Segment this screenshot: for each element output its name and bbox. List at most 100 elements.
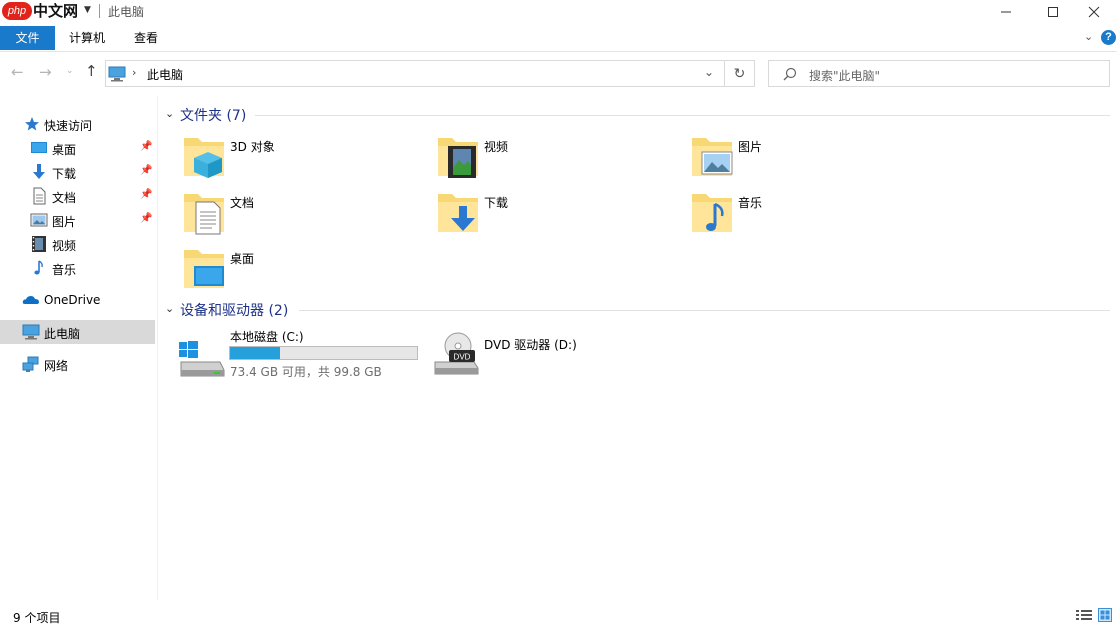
sidebar-item-network[interactable]: 网络: [0, 352, 155, 376]
drive-tile-d[interactable]: DVD DVD 驱动器 (D:): [432, 330, 632, 380]
collapse-chevron-icon[interactable]: ⌄: [165, 107, 174, 120]
drive-label: DVD 驱动器 (D:): [484, 338, 577, 352]
sidebar-item-this-pc[interactable]: 此电脑: [0, 320, 155, 344]
sidebar-item-desktop[interactable]: 桌面 📌: [0, 136, 155, 160]
folder-label: 文档: [230, 196, 255, 210]
tab-view[interactable]: 查看: [124, 26, 168, 50]
forward-arrow-icon[interactable]: →: [39, 63, 52, 81]
music-icon: [34, 260, 43, 275]
expand-ribbon-chevron-icon[interactable]: ⌄: [1084, 30, 1093, 43]
minimize-icon: [1001, 11, 1011, 13]
devices-group-header[interactable]: ⌄ 设备和驱动器 (2): [165, 300, 1110, 320]
pin-icon: 📌: [140, 165, 153, 176]
this-pc-icon: [108, 66, 126, 82]
folder-tile-music[interactable]: 音乐: [688, 190, 928, 240]
onedrive-cloud-icon: [22, 296, 39, 304]
3d-objects-folder-icon: [184, 138, 224, 178]
sidebar-item-label: 文档: [52, 191, 77, 205]
group-title: 文件夹 (7): [180, 108, 247, 124]
folders-group-header[interactable]: ⌄ 文件夹 (7): [165, 105, 1110, 125]
logo-php: php: [2, 2, 32, 20]
folder-label: 音乐: [738, 196, 763, 210]
status-item-count: 9 个项目: [13, 611, 61, 625]
folder-label: 3D 对象: [230, 140, 275, 154]
large-icons-view-icon[interactable]: [1098, 608, 1112, 622]
drive-free-space: 73.4 GB 可用，共 99.8 GB: [230, 365, 382, 379]
folder-tile-3d-objects[interactable]: 3D 对象: [180, 134, 420, 184]
maximize-icon: [1048, 7, 1058, 17]
local-disk-windows-icon: [179, 341, 225, 377]
video-icon: [32, 236, 46, 252]
help-icon[interactable]: ?: [1101, 30, 1116, 45]
folder-tile-pictures[interactable]: 图片: [688, 134, 928, 184]
pictures-icon: [30, 213, 48, 227]
maximize-button[interactable]: [1030, 0, 1076, 24]
download-icon: [33, 164, 45, 179]
up-arrow-icon[interactable]: ↑: [85, 62, 98, 80]
details-view-icon[interactable]: [1076, 609, 1092, 621]
drive-usage-fill: [230, 347, 280, 359]
group-divider: [255, 115, 1110, 116]
desktop-folder-icon: [184, 250, 224, 288]
sidebar-item-quick-access[interactable]: 快速访问: [0, 112, 155, 136]
refresh-button[interactable]: ↻: [725, 60, 755, 87]
sidebar-item-label: 视频: [52, 239, 77, 253]
sidebar-item-label: 网络: [44, 359, 69, 373]
search-box[interactable]: 搜索"此电脑": [768, 60, 1110, 87]
tab-file[interactable]: 文件: [0, 26, 55, 50]
sidebar-item-downloads[interactable]: 下载 📌: [0, 160, 155, 184]
group-title: 设备和驱动器 (2): [180, 303, 289, 319]
folder-tile-documents[interactable]: 文档: [180, 190, 420, 240]
refresh-icon: ↻: [733, 65, 746, 82]
pin-icon: 📌: [140, 213, 153, 224]
sidebar-item-label: 下载: [52, 167, 77, 181]
window-title: 此电脑: [108, 5, 145, 19]
sidebar-item-documents[interactable]: 文档 📌: [0, 184, 155, 208]
recent-locations-chevron-icon[interactable]: ⌄: [66, 66, 74, 76]
folder-tile-desktop[interactable]: 桌面: [180, 246, 420, 296]
folder-tile-videos[interactable]: 视频: [434, 134, 674, 184]
folder-label: 桌面: [230, 252, 255, 266]
folder-tile-downloads[interactable]: 下载: [434, 190, 674, 240]
title-separator: [99, 4, 100, 18]
quick-access-star-icon: [25, 117, 39, 131]
breadcrumb-separator-icon[interactable]: ›: [132, 66, 136, 79]
sidebar-item-videos[interactable]: 视频: [0, 232, 155, 256]
desktop-icon: [31, 142, 47, 153]
quick-access-toolbar-dropdown-icon[interactable]: ▼: [84, 5, 91, 15]
back-arrow-icon[interactable]: ←: [11, 63, 24, 81]
address-history-chevron-icon[interactable]: ⌄: [704, 65, 714, 79]
group-divider: [299, 310, 1110, 311]
pin-icon: 📌: [140, 141, 153, 152]
folder-label: 视频: [484, 140, 509, 154]
dvd-drive-icon: DVD: [434, 332, 479, 375]
pane-divider[interactable]: [157, 96, 158, 600]
sidebar-item-onedrive[interactable]: OneDrive: [0, 288, 155, 312]
sidebar-item-label: 音乐: [52, 263, 77, 277]
minimize-button[interactable]: [983, 0, 1029, 24]
app-logo: php 中文网: [2, 1, 80, 21]
drive-tile-c[interactable]: 本地磁盘 (C:) 73.4 GB 可用，共 99.8 GB: [178, 326, 423, 380]
address-bar[interactable]: › 此电脑 ⌄: [105, 60, 725, 87]
network-icon: [22, 356, 39, 372]
downloads-folder-icon: [438, 194, 478, 232]
drive-usage-bar: [229, 346, 418, 360]
dvd-badge: DVD: [454, 353, 471, 362]
ribbon: 文件 计算机 查看 ⌄ ?: [0, 25, 1117, 52]
collapse-chevron-icon[interactable]: ⌄: [165, 302, 174, 315]
close-button[interactable]: [1071, 0, 1117, 24]
tab-computer[interactable]: 计算机: [60, 26, 114, 50]
folder-label: 下载: [484, 196, 509, 210]
sidebar-item-label: 图片: [52, 215, 77, 229]
documents-icon: [33, 187, 46, 205]
sidebar-item-music[interactable]: 音乐: [0, 256, 155, 280]
logo-site: 中文网: [33, 2, 79, 20]
title-bar: php 中文网 ▼ 此电脑: [0, 0, 1117, 24]
pictures-folder-icon: [692, 138, 733, 176]
sidebar-item-pictures[interactable]: 图片 📌: [0, 208, 155, 232]
search-placeholder[interactable]: 搜索"此电脑": [809, 67, 880, 84]
breadcrumb-this-pc[interactable]: 此电脑: [147, 66, 183, 83]
sidebar-item-label: 快速访问: [44, 119, 93, 133]
this-pc-icon: [22, 324, 40, 340]
documents-folder-icon: [184, 194, 224, 235]
